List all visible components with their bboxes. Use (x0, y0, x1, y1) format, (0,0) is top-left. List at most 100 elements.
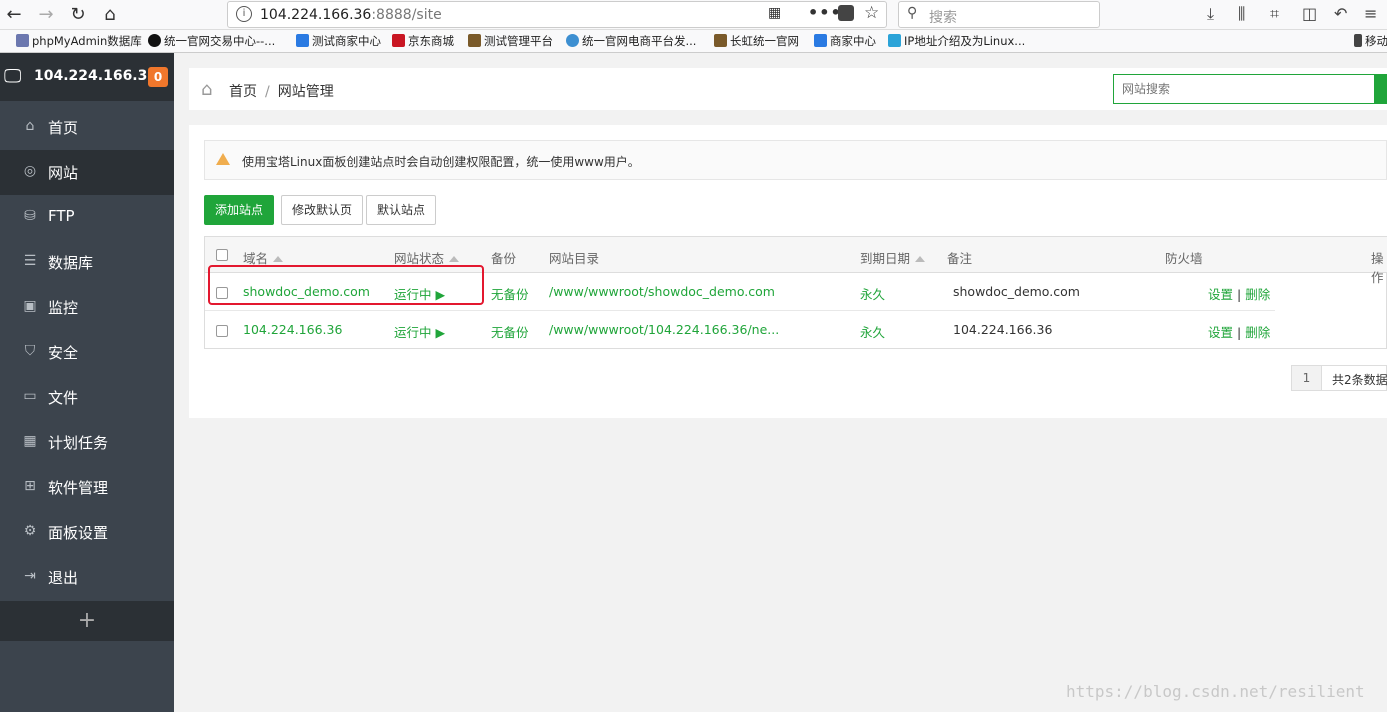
bookmarks-bar: phpMyAdmin数据库 统一官网交易中心--... 测试商家中心 京东商城 … (0, 30, 1387, 53)
pocket-icon[interactable] (838, 5, 854, 21)
add-site-button[interactable]: 添加站点 (204, 195, 274, 225)
sidebar-item-files[interactable]: ▭ 文件 (0, 375, 174, 420)
page-number[interactable]: 1 (1292, 366, 1322, 390)
back-icon[interactable]: ← (2, 3, 26, 27)
bookmark-item[interactable]: 测试商家中心 (296, 33, 381, 49)
directory-link[interactable]: /www/wwwroot/showdoc_demo.com (549, 284, 775, 299)
settings-link[interactable]: 设置 (1208, 325, 1233, 340)
breadcrumb-separator: / (265, 84, 270, 100)
bookmark-label: 商家中心 (830, 34, 876, 48)
bookmark-label: phpMyAdmin数据库 (32, 34, 142, 48)
sidebar-toggle-icon[interactable]: ◫ (1302, 4, 1317, 23)
add-menu-button[interactable]: + (0, 601, 174, 641)
info-icon[interactable]: i (236, 6, 252, 22)
row-actions: 设置 | 删除 (1208, 322, 1270, 341)
bookmark-item[interactable]: 统一官网交易中心--... (148, 33, 275, 49)
breadcrumb-panel: ⌂ 首页 / 网站管理 (189, 68, 1387, 110)
sort-icon[interactable] (449, 256, 460, 262)
download-icon[interactable]: ⤓ (1207, 4, 1214, 24)
backup-link[interactable]: 无备份 (491, 284, 529, 303)
modify-default-page-button[interactable]: 修改默认页 (281, 195, 363, 225)
browser-search-bar[interactable]: ⚲ 搜索 (898, 1, 1100, 28)
bookmark-item[interactable]: 长虹统一官网 (714, 33, 799, 49)
home-icon: ⌂ (25, 118, 35, 134)
sidebar-item-logout[interactable]: ⇥ 退出 (0, 555, 174, 600)
site-search-input[interactable] (1114, 75, 1374, 103)
breadcrumb-home[interactable]: 首页 (229, 84, 257, 100)
bookmark-item[interactable]: 京东商城 (392, 33, 454, 49)
site-search-field[interactable] (1113, 74, 1375, 104)
default-site-button[interactable]: 默认站点 (366, 195, 436, 225)
url-bar[interactable]: i 104.224.166.36:8888/site ▦ ••• ☆ (227, 1, 887, 28)
sidebar-item-label: 计划任务 (48, 434, 109, 452)
bookmark-label: 统一官网交易中心--... (164, 34, 276, 48)
highlight-annotation (208, 265, 484, 305)
delete-link[interactable]: 删除 (1245, 287, 1270, 302)
expire-date[interactable]: 永久 (860, 322, 885, 341)
sidebar-item-ftp[interactable]: ⛁ FTP (0, 195, 174, 240)
expire-date[interactable]: 永久 (860, 284, 885, 303)
header-expire[interactable]: 到期日期 (860, 248, 926, 267)
bookmark-item[interactable]: 商家中心 (814, 33, 876, 49)
status-toggle[interactable]: 运行中 ▶ (394, 322, 445, 341)
more-actions-icon[interactable]: ••• (808, 3, 842, 22)
monitor-icon: 🖵 (4, 66, 22, 87)
sidebar-item-label: 安全 (48, 344, 79, 362)
m-icon (814, 34, 827, 47)
bookmark-label: 长虹统一官网 (730, 34, 799, 48)
menu-icon[interactable]: ≡ (1364, 4, 1377, 23)
sidebar-item-website[interactable]: ◎ 网站 (0, 150, 174, 195)
bookmark-item[interactable]: 测试管理平台 (468, 33, 553, 49)
sidebar-menu: ⌂ 首页 ◎ 网站 ⛁ FTP ☰ 数据库 ▣ 监控 ⛉ 安全 ▭ 文件 ▦ 计划任务 ⊞ 软件管… (0, 105, 174, 600)
forward-icon[interactable]: → (34, 3, 58, 27)
reload-icon[interactable]: ↻ (66, 3, 90, 27)
sidebar-item-home[interactable]: ⌂ 首页 (0, 105, 174, 150)
notification-badge[interactable]: 0 (148, 67, 168, 87)
sidebar-item-label: 面板设置 (48, 524, 109, 542)
php-icon (16, 34, 29, 47)
select-all-checkbox[interactable] (216, 249, 228, 261)
bookmark-item[interactable]: 统一官网电商平台发... (566, 33, 696, 49)
row-checkbox[interactable] (216, 325, 228, 337)
directory-link[interactable]: /www/wwwroot/104.224.166.36/ne... (549, 322, 779, 337)
bookmark-label: 统一官网电商平台发... (582, 34, 697, 48)
sidebar-item-settings[interactable]: ⚙ 面板设置 (0, 510, 174, 555)
server-header: 🖵 104.224.166.36 0 (0, 53, 174, 101)
apps-icon: ⊞ (24, 478, 36, 494)
bookmark-label: 京东商城 (408, 34, 454, 48)
bookmark-item[interactable]: phpMyAdmin数据库 (16, 33, 142, 49)
sort-icon[interactable] (273, 256, 284, 262)
bookmark-label: IP地址介绍及为Linux... (904, 34, 1026, 48)
undo-icon[interactable]: ↶ (1334, 4, 1347, 23)
backup-link[interactable]: 无备份 (491, 322, 529, 341)
delete-link[interactable]: 删除 (1245, 325, 1270, 340)
sidebar-item-cron[interactable]: ▦ 计划任务 (0, 420, 174, 465)
sidebar-item-software[interactable]: ⊞ 软件管理 (0, 465, 174, 510)
bookmark-star-icon[interactable]: ☆ (864, 3, 879, 23)
bookmark-item[interactable]: IP地址介绍及为Linux... (888, 33, 1025, 49)
sidebar-item-monitor[interactable]: ▣ 监控 (0, 285, 174, 330)
sidebar-item-security[interactable]: ⛉ 安全 (0, 330, 174, 375)
info-alert: 使用宝塔Linux面板创建站点时会自动创建权限配置，统一使用www用户。 (204, 140, 1387, 180)
sort-icon[interactable] (915, 256, 926, 262)
bookmark-item[interactable]: 移动 (1354, 33, 1387, 49)
header-backup: 备份 (491, 251, 517, 266)
domain-link[interactable]: 104.224.166.36 (243, 322, 342, 337)
qr-code-icon[interactable]: ▦ (768, 5, 781, 21)
note-text[interactable]: showdoc_demo.com (953, 284, 1080, 299)
header-actions: 操作 (1371, 251, 1384, 285)
breadcrumb-current: 网站管理 (277, 84, 334, 100)
breadcrumb: 首页 / 网站管理 (229, 81, 334, 101)
server-ip: 104.224.166.36 (34, 68, 158, 84)
bookmark-label: 移动 (1365, 34, 1387, 48)
home-icon[interactable]: ⌂ (98, 3, 122, 27)
home-icon[interactable]: ⌂ (201, 79, 212, 100)
library-icon[interactable]: ⫼ (1238, 4, 1245, 24)
settings-link[interactable]: 设置 (1208, 287, 1233, 302)
note-text[interactable]: 104.224.166.36 (953, 322, 1052, 337)
sidebar-item-label: 退出 (48, 569, 79, 587)
sidebar-item-database[interactable]: ☰ 数据库 (0, 240, 174, 285)
warning-icon (216, 153, 230, 165)
crop-icon[interactable]: ⌗ (1270, 4, 1279, 24)
site-search-button[interactable] (1375, 74, 1387, 104)
